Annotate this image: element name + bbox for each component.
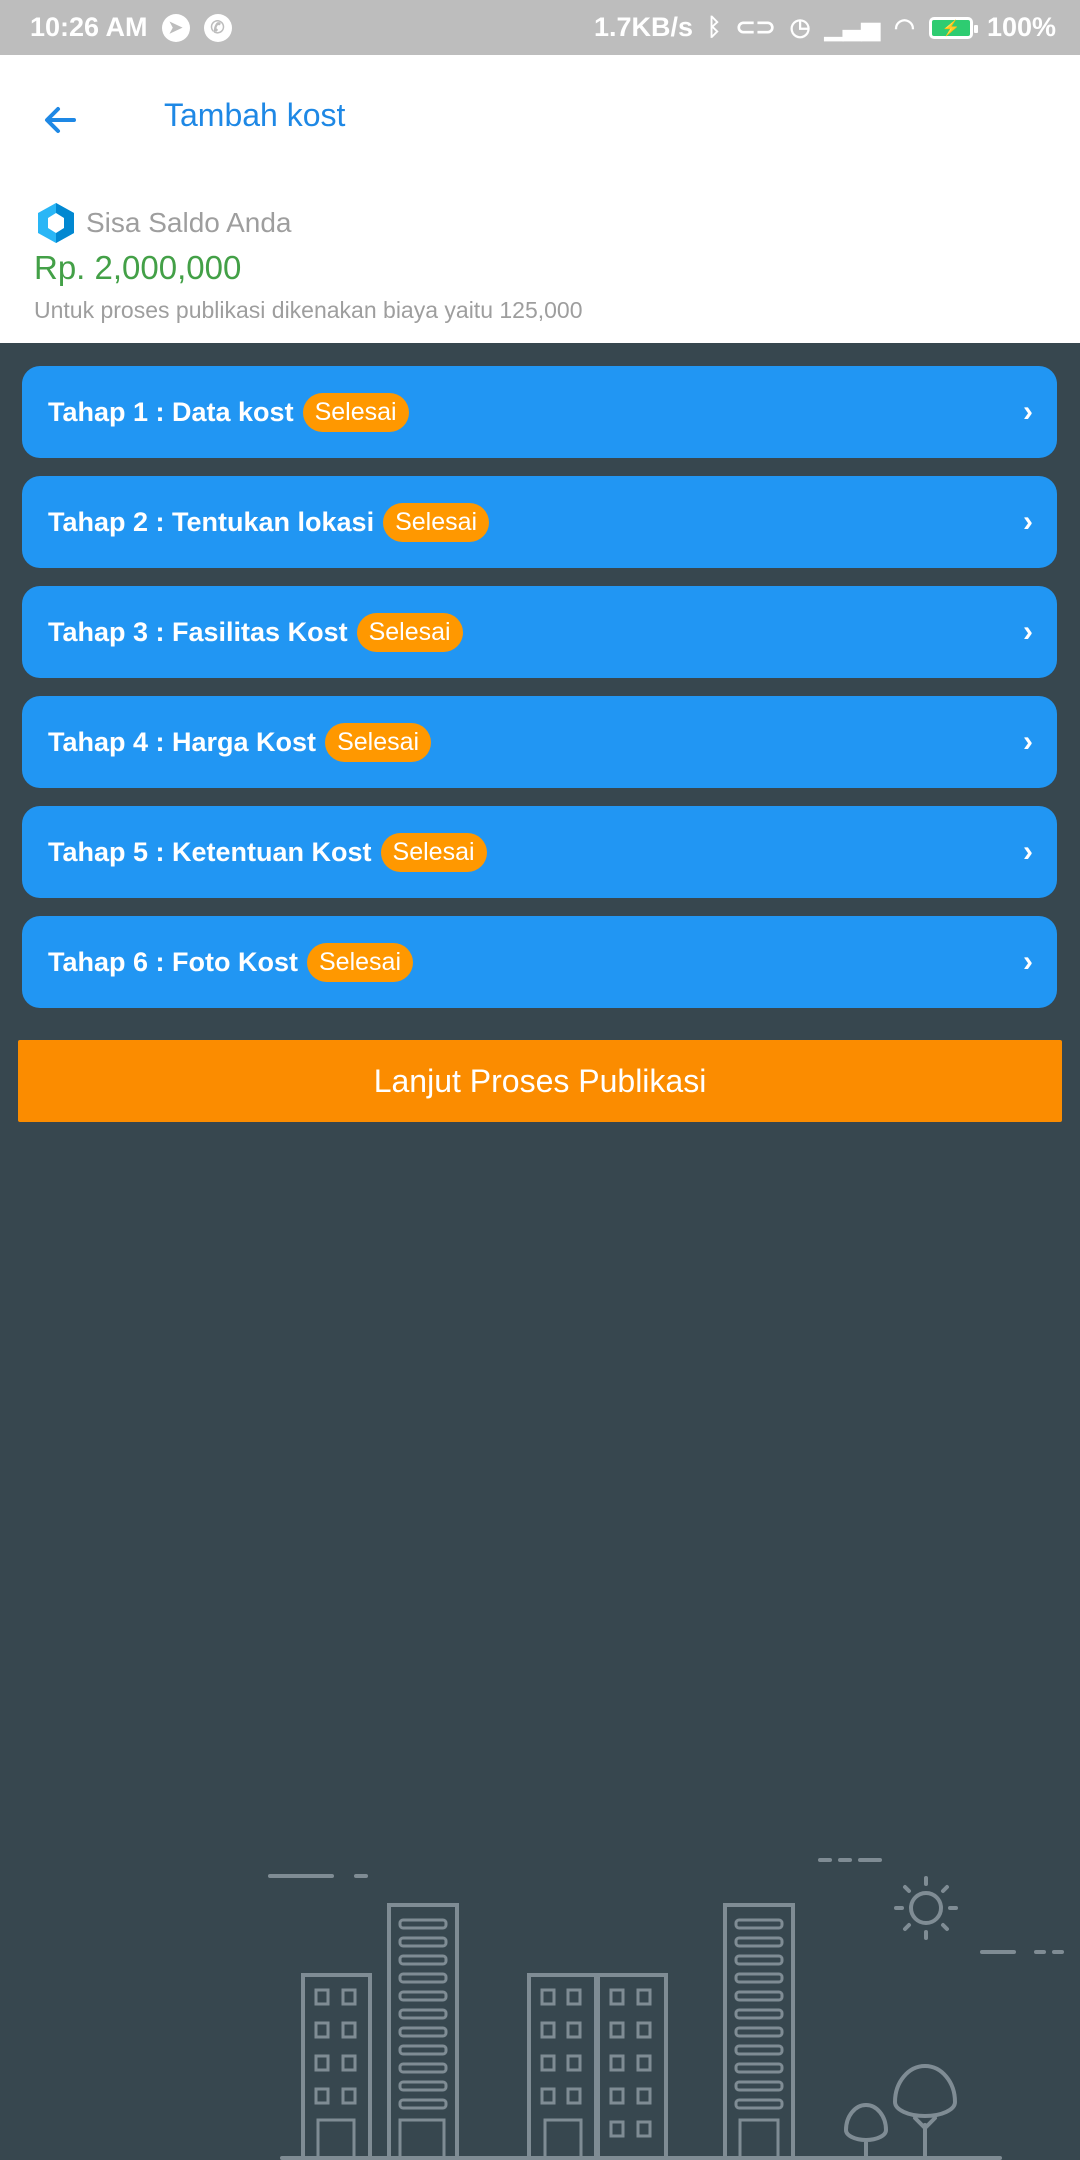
publication-fee-note: Untuk proses publikasi dikenakan biaya y… xyxy=(34,297,583,323)
step-label: Tahap 1 : Data kost xyxy=(48,396,294,427)
network-speed: 1.7KB/s xyxy=(593,12,694,42)
battery-level: 100% xyxy=(986,12,1056,42)
step-item-1[interactable]: Tahap 1 : Data kost Selesai › xyxy=(22,366,1057,458)
step-label: Tahap 4 : Harga Kost xyxy=(48,726,317,757)
chevron-right-icon: › xyxy=(1023,615,1033,648)
chevron-right-icon: › xyxy=(1023,725,1033,758)
chevron-right-icon: › xyxy=(1023,395,1033,428)
status-time: 10:26 AM xyxy=(30,12,148,42)
step-label: Tahap 5 : Ketentuan Kost xyxy=(48,836,372,867)
chevron-right-icon: › xyxy=(1023,505,1033,538)
status-bar: 10:26 AM ➤ ✆ 1.7KB/s ᛒ ⊂⊃ ◷ ▁▃▅ ◠ ⚡ 100% xyxy=(0,0,1080,55)
chevron-right-icon: › xyxy=(1023,835,1033,868)
step-item-5[interactable]: Tahap 5 : Ketentuan Kost Selesai › xyxy=(22,806,1057,898)
app-header: Tambah kost Sisa Saldo Anda Rp. 2,000,00… xyxy=(0,55,1080,343)
wallet-logo-icon xyxy=(38,203,74,243)
arrow-left-svg xyxy=(45,107,76,133)
balance-amount: Rp. 2,000,000 xyxy=(34,249,242,286)
step-label: Tahap 3 : Fasilitas Kost xyxy=(48,616,348,647)
chevron-right-icon: › xyxy=(1023,945,1033,978)
step-item-2[interactable]: Tahap 2 : Tentukan lokasi Selesai › xyxy=(22,476,1057,568)
status-badge: Selesai xyxy=(307,942,413,982)
signal-icon: ▁▃▅ xyxy=(824,14,880,41)
whatsapp-icon: ✆ xyxy=(203,13,232,42)
status-badge: Selesai xyxy=(383,502,490,542)
arrow-left-icon[interactable] xyxy=(40,99,90,149)
balance-label: Sisa Saldo Anda xyxy=(86,207,292,238)
city-skyline-illustration xyxy=(268,1858,1064,2160)
status-badge: Selesai xyxy=(302,392,409,432)
alarm-icon: ◷ xyxy=(789,14,811,41)
step-label: Tahap 6 : Foto Kost xyxy=(48,946,298,977)
status-badge: Selesai xyxy=(356,612,463,652)
publish-button[interactable]: Lanjut Proses Publikasi xyxy=(18,1040,1062,1122)
battery-icon: ⚡ xyxy=(928,16,978,39)
balance-row: Sisa Saldo Anda xyxy=(34,201,292,245)
status-badge: Selesai xyxy=(325,722,432,762)
status-badge: Selesai xyxy=(380,832,487,872)
step-item-6[interactable]: Tahap 6 : Foto Kost Selesai › xyxy=(22,916,1057,1008)
step-item-4[interactable]: Tahap 4 : Harga Kost Selesai › xyxy=(22,696,1057,788)
toggle-icon: ⊂⊃ xyxy=(735,14,776,41)
wifi-icon: ◠ xyxy=(893,14,915,41)
step-item-3[interactable]: Tahap 3 : Fasilitas Kost Selesai › xyxy=(22,586,1057,678)
bluetooth-icon: ᛒ xyxy=(707,13,722,41)
step-label: Tahap 2 : Tentukan lokasi xyxy=(48,506,375,537)
telegram-icon: ➤ xyxy=(161,13,190,42)
page-title: Tambah kost xyxy=(164,97,346,133)
step-list: Tahap 1 : Data kost Selesai › Tahap 2 : … xyxy=(22,366,1057,1026)
